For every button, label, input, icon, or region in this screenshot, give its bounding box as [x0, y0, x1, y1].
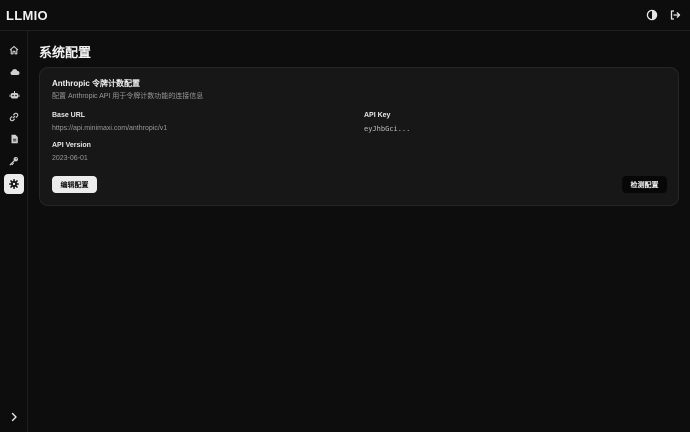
sidebar-item-home[interactable]	[4, 40, 24, 60]
base-url-label: Base URL	[52, 112, 86, 119]
sidebar-item-robot[interactable]	[4, 85, 24, 105]
chevron-right-icon	[11, 412, 17, 422]
app-brand: LLMIO	[6, 8, 48, 23]
api-key-value: eyJhbGci...	[364, 125, 411, 133]
edit-config-button[interactable]: 编辑配置	[52, 176, 97, 193]
sidebar-item-key[interactable]	[4, 151, 24, 171]
api-version-label: API Version	[52, 142, 91, 149]
sidebar-item-settings[interactable]	[4, 174, 24, 194]
page-title: 系统配置	[39, 45, 92, 60]
sidebar-item-cloud[interactable]	[4, 62, 24, 82]
card-description: 配置 Anthropic API 用于令牌计数功能的连接信息	[52, 93, 204, 100]
key-icon	[9, 157, 18, 166]
top-bar: LLMIO	[0, 0, 690, 31]
anthropic-config-card: Anthropic 令牌计数配置 配置 Anthropic API 用于令牌计数…	[39, 67, 679, 206]
sidebar	[0, 31, 28, 432]
sidebar-collapse-button[interactable]	[4, 407, 24, 427]
sidebar-item-link[interactable]	[4, 107, 24, 127]
theme-toggle-icon[interactable]	[645, 8, 659, 22]
document-icon	[11, 134, 18, 144]
robot-icon	[9, 91, 19, 99]
cloud-icon	[10, 69, 19, 75]
logout-icon[interactable]	[668, 8, 682, 22]
api-version-value: 2023-06-01	[52, 155, 88, 162]
home-icon	[9, 45, 19, 55]
test-config-button[interactable]: 检测配置	[622, 176, 667, 193]
link-icon	[9, 112, 19, 122]
sidebar-item-document[interactable]	[4, 129, 24, 149]
card-title: Anthropic 令牌计数配置	[52, 79, 140, 88]
base-url-value: https://api.minimaxi.com/anthropic/v1	[52, 125, 168, 132]
api-key-label: API Key	[364, 112, 391, 119]
gear-icon	[9, 179, 19, 189]
